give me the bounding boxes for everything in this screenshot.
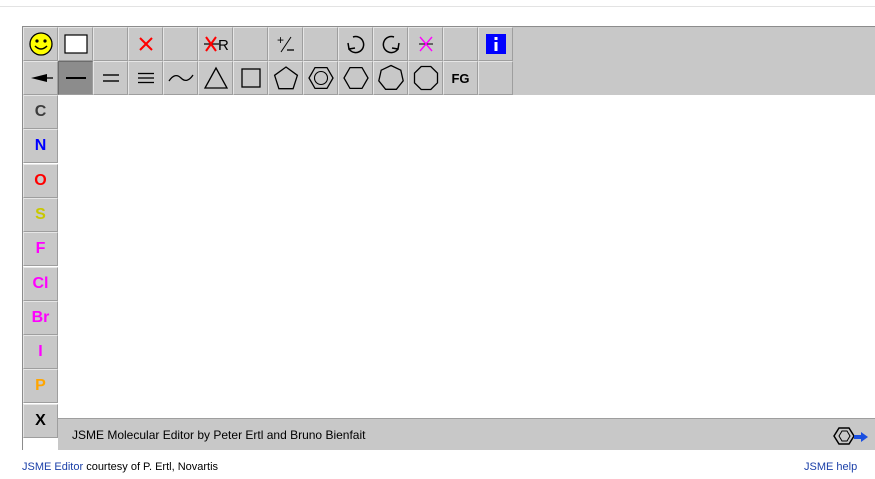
toolbar_top-empty-cell — [303, 27, 338, 61]
chain-icon — [167, 69, 195, 87]
delete-r-icon: R — [201, 33, 231, 55]
status-bar: JSME Molecular Editor by Peter Ertl and … — [58, 418, 875, 450]
ring8-button[interactable] — [408, 61, 443, 95]
toolbar_bottom-empty-cell — [478, 61, 513, 95]
ring6-icon — [341, 64, 371, 92]
ring7-icon — [376, 64, 406, 92]
svg-text:+: + — [277, 33, 284, 47]
ring3-button[interactable] — [198, 61, 233, 95]
status-text: JSME Molecular Editor by Peter Ertl and … — [72, 428, 366, 442]
ring6-button[interactable] — [338, 61, 373, 95]
info-button[interactable] — [478, 27, 513, 61]
fg-label: FG — [451, 70, 470, 86]
triple-bond-icon — [134, 71, 158, 85]
smiley-icon — [28, 31, 54, 57]
ring7-button[interactable] — [373, 61, 408, 95]
svg-text:R: R — [218, 37, 229, 54]
ring4-icon — [238, 65, 264, 91]
top-divider — [0, 6, 875, 7]
jsme-editor-link[interactable]: JSME Editor — [22, 461, 83, 473]
undo-button[interactable] — [338, 27, 373, 61]
toolbar_top-empty-cell — [443, 27, 478, 61]
ring5-icon — [272, 64, 300, 92]
clear-button[interactable] — [58, 27, 93, 61]
jsme-help-link[interactable]: JSME help — [804, 461, 857, 473]
charge-button[interactable]: + — [268, 27, 303, 61]
ring4-button[interactable] — [233, 61, 268, 95]
ring5-button[interactable] — [268, 61, 303, 95]
footer-credit-text: courtesy of P. Ertl, Novartis — [83, 461, 219, 473]
atom-button-cl[interactable]: Cl — [23, 266, 58, 301]
atom-button-o[interactable]: O — [23, 163, 58, 198]
smiley-button[interactable] — [23, 27, 58, 61]
delete-button[interactable] — [128, 27, 163, 61]
toolbar_top-empty-cell — [233, 27, 268, 61]
single-bond-button[interactable] — [58, 61, 93, 95]
reaction-icon — [415, 33, 437, 55]
atom-button-n[interactable]: N — [23, 129, 58, 164]
toolbar_top-empty-cell — [93, 27, 128, 61]
bond-stereo-button[interactable] — [23, 61, 58, 95]
double-bond-button[interactable] — [93, 61, 128, 95]
atom-button-x[interactable]: X — [23, 403, 58, 438]
ring3-icon — [202, 65, 230, 91]
atom-button-f[interactable]: F — [23, 232, 58, 267]
triple-bond-button[interactable] — [128, 61, 163, 95]
copy-molecule-icon[interactable] — [830, 424, 870, 450]
atom-button-i[interactable]: I — [23, 335, 58, 370]
atom-button-s[interactable]: S — [23, 197, 58, 232]
redo-button[interactable] — [373, 27, 408, 61]
bond-stereo-icon — [27, 71, 55, 85]
double-bond-icon — [99, 71, 123, 85]
undo-icon — [343, 31, 369, 57]
single-bond-icon — [64, 71, 88, 85]
delete-r-button[interactable]: R — [198, 27, 233, 61]
info-icon — [484, 32, 508, 56]
clear-icon — [62, 32, 90, 56]
atom-button-br[interactable]: Br — [23, 300, 58, 335]
footer-credit: JSME Editor courtesy of P. Ertl, Novarti… — [22, 461, 218, 473]
redo-icon — [378, 31, 404, 57]
drawing-canvas[interactable] — [58, 95, 875, 418]
toolbar_top-empty-cell — [163, 27, 198, 61]
charge-icon: + — [275, 33, 297, 55]
atom-button-c[interactable]: C — [23, 95, 58, 129]
jsme-editor: R + FG C N O S F Cl Br I P X JSME Molecular Editor… — [22, 26, 875, 450]
chain-button[interactable] — [163, 61, 198, 95]
benzene-button[interactable] — [303, 61, 338, 95]
reaction-button[interactable] — [408, 27, 443, 61]
ring8-icon — [411, 64, 441, 92]
benzene-icon — [306, 64, 336, 92]
fg-button[interactable]: FG — [443, 61, 478, 95]
delete-icon — [136, 34, 156, 54]
atom-button-p[interactable]: P — [23, 369, 58, 404]
